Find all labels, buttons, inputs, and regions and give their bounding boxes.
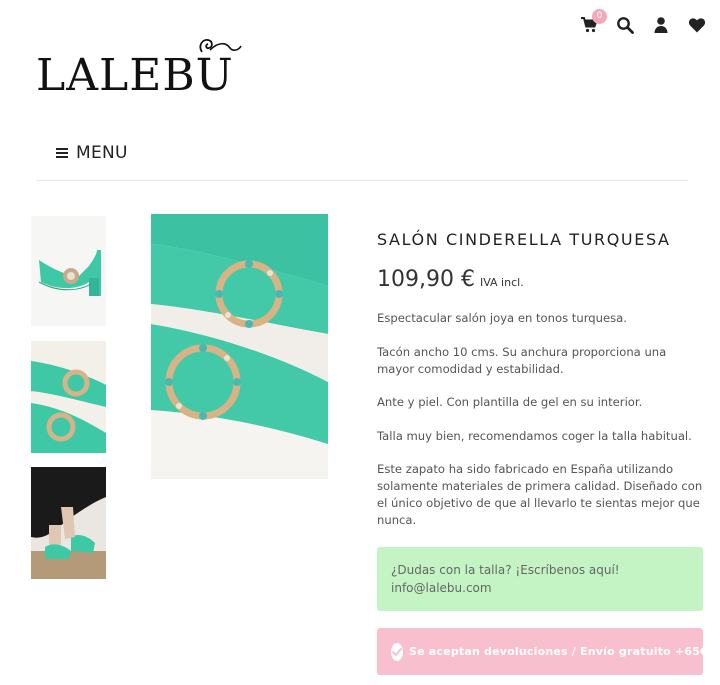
price-row: 109,90 € IVA incl.	[377, 267, 703, 292]
brand-logo[interactable]: LALEBU	[36, 36, 246, 100]
product-description: Espectacular salón joya en tonos turques…	[377, 310, 703, 529]
cart-icon[interactable]: 0	[580, 9, 607, 34]
returns-shipping-banner: Se aceptan devoluciones / Envío gratuito…	[377, 628, 708, 675]
product-price: 109,90 €	[377, 267, 475, 292]
description-paragraph: Este zapato ha sido fabricado en España …	[377, 462, 703, 528]
description-paragraph: Ante y piel. Con plantilla de gel en su …	[377, 395, 643, 410]
search-icon[interactable]	[616, 16, 634, 34]
cart-count-badge: 0	[592, 9, 607, 24]
price-tax-note: IVA incl.	[479, 276, 524, 289]
product-details: SALÓN CINDERELLA TURQUESA 109,90 € IVA i…	[377, 230, 703, 529]
size-help-email-link[interactable]: info@lalebu.com	[391, 579, 689, 597]
user-icon[interactable]	[652, 16, 670, 34]
description-paragraph: Espectacular salón joya en tonos turques…	[377, 311, 627, 325]
size-help-text: ¿Dudas con la talla? ¡Escríbenos aquí!	[391, 563, 620, 577]
logo-text: LALEBU	[36, 50, 234, 101]
product-title: SALÓN CINDERELLA TURQUESA	[377, 230, 671, 249]
menu-toggle-button[interactable]: MENU	[56, 143, 128, 163]
check-circle-icon	[391, 642, 403, 661]
thumbnail-shoe-side[interactable]	[31, 216, 106, 326]
main-product-image[interactable]	[151, 214, 328, 479]
thumbnail-shoe-worn[interactable]	[31, 467, 106, 579]
description-paragraph: Talla muy bien, recomendamos coger la ta…	[377, 428, 692, 443]
heart-icon[interactable]	[688, 16, 706, 34]
header-icons: 0	[580, 9, 706, 34]
returns-shipping-text: Se aceptan devoluciones / Envío gratuito…	[409, 645, 708, 658]
description-paragraph: Tacón ancho 10 cms. Su anchura proporcio…	[377, 344, 667, 376]
thumbnail-shoe-closeup[interactable]	[31, 341, 106, 453]
hamburger-icon	[56, 148, 68, 158]
size-help-contact[interactable]: ¿Dudas con la talla? ¡Escríbenos aquí! i…	[377, 547, 703, 611]
menu-label: MENU	[76, 143, 128, 163]
menu-divider	[36, 180, 688, 181]
